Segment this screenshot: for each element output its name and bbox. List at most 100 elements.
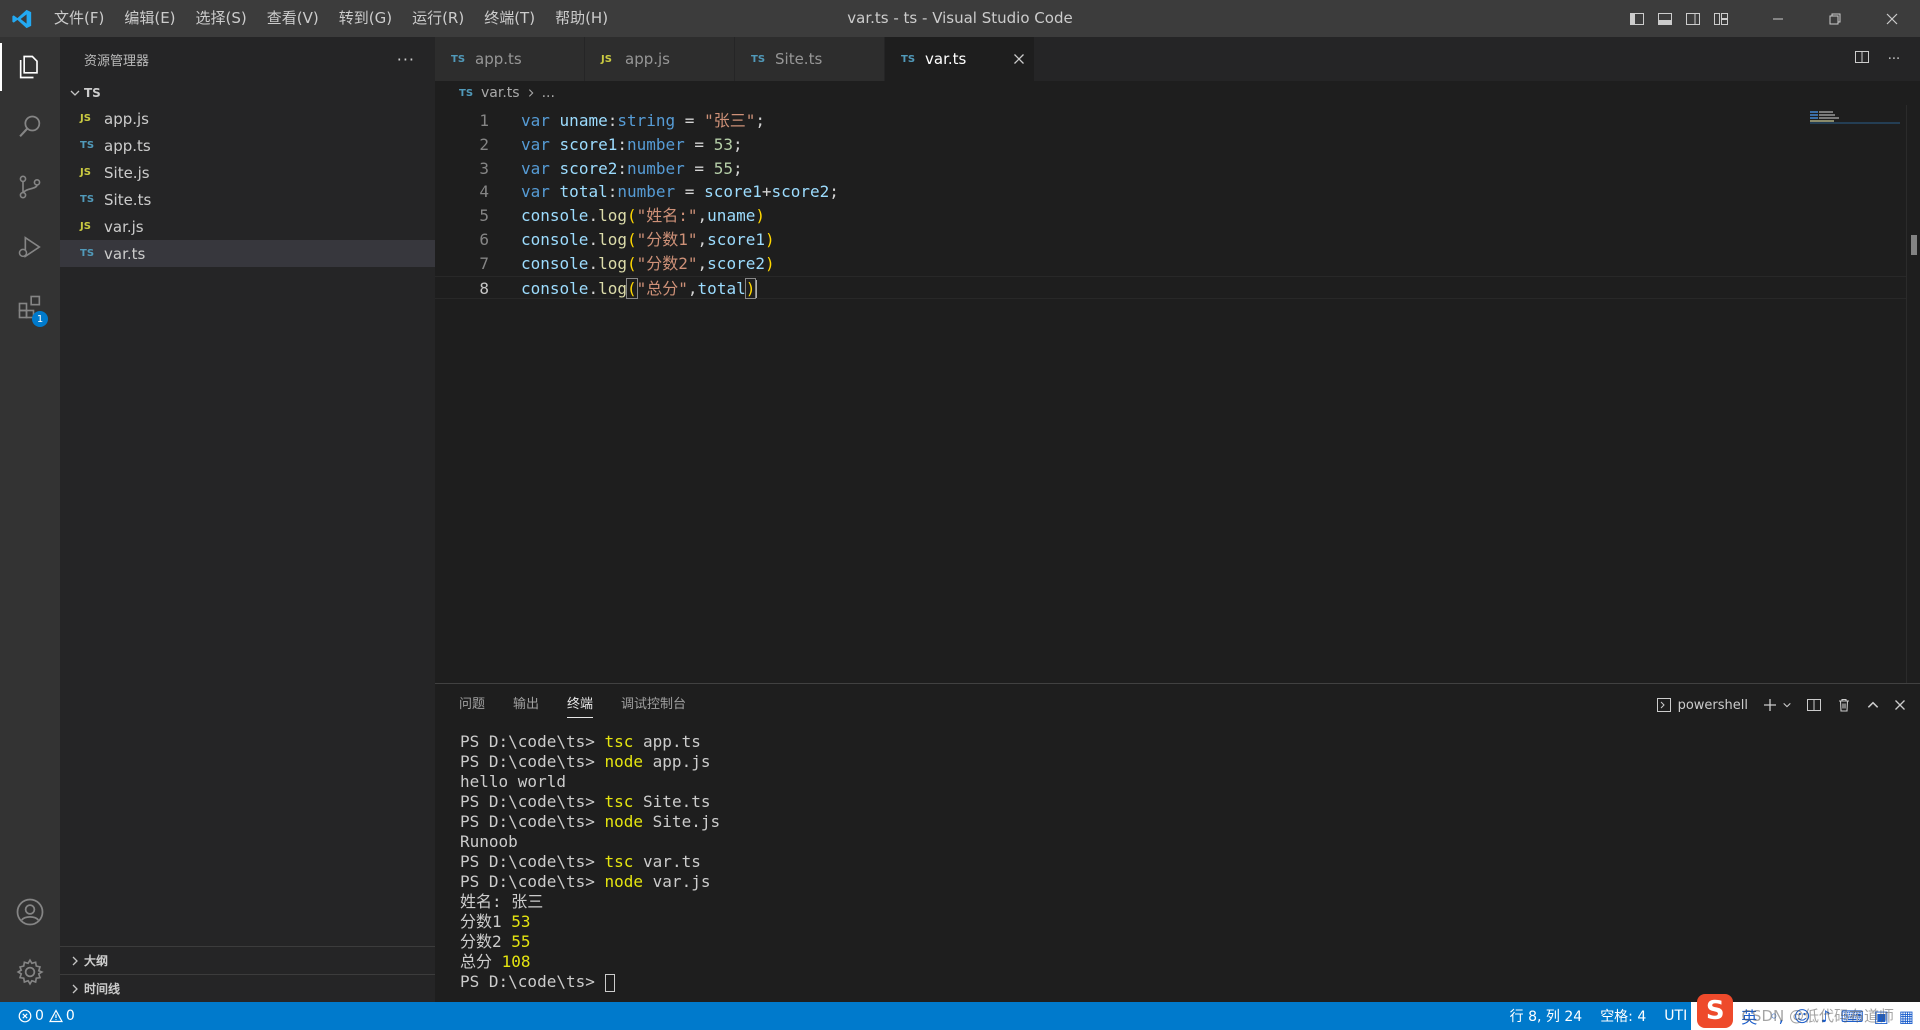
menu-run[interactable]: 运行(R) — [402, 0, 474, 37]
line-number: 2 — [479, 134, 489, 154]
terminal-shell-selector[interactable]: powershell — [1656, 697, 1748, 713]
close-tab-icon[interactable] — [1004, 49, 1034, 70]
code-text: var score1:number = 53; — [521, 134, 743, 154]
line-number: 8 — [479, 278, 489, 298]
ime-skin-icon[interactable]: ▣ — [1874, 1007, 1889, 1026]
more-actions-icon[interactable]: ··· — [397, 50, 415, 69]
file-label: Site.js — [104, 163, 150, 182]
gear-icon[interactable] — [0, 942, 60, 1002]
file-site-ts[interactable]: TS Site.ts — [60, 186, 435, 213]
toggle-secondary-sidebar-icon[interactable] — [1679, 0, 1707, 37]
menu-go[interactable]: 转到(G) — [329, 0, 402, 37]
maximize-panel-icon[interactable] — [1866, 698, 1880, 712]
terminal-prompt[interactable]: PS D:\code\ts> — [460, 972, 1920, 992]
scrollbar-thumb[interactable] — [1911, 235, 1917, 255]
code-line[interactable]: 2 var score1:number = 53; — [435, 133, 1920, 157]
ts-file-icon: TS — [901, 53, 916, 65]
ime-language[interactable]: 英 — [1741, 1004, 1757, 1028]
folder-label: TS — [84, 86, 101, 100]
code-editor[interactable]: 1 var uname:string = "张三"; 2 var score1:… — [435, 105, 1920, 300]
encoding[interactable]: UTI — [1664, 1008, 1687, 1024]
file-app-ts[interactable]: TS app.ts — [60, 132, 435, 159]
tab-debug-console[interactable]: 调试控制台 — [621, 684, 686, 726]
breadcrumb-symbols[interactable]: ... — [542, 85, 555, 101]
menu-edit[interactable]: 编辑(E) — [114, 0, 185, 37]
ime-emoji-icon[interactable]: ☺ — [1794, 1007, 1811, 1026]
minimap[interactable] — [1810, 109, 1900, 169]
menu-view[interactable]: 查看(V) — [257, 0, 329, 37]
terminal-line: PS D:\code\ts> tsc app.ts — [460, 732, 701, 751]
accounts-icon[interactable] — [0, 882, 60, 942]
code-line-current[interactable]: 8 console.log("总分",total) — [435, 275, 1920, 300]
file-app-js[interactable]: JS app.js — [60, 105, 435, 132]
customize-layout-icon[interactable] — [1707, 0, 1735, 37]
split-terminal-icon[interactable] — [1806, 697, 1822, 713]
ime-voice-icon[interactable]: ♪ — [1820, 1007, 1830, 1026]
menu-file[interactable]: 文件(F) — [44, 0, 114, 37]
tab-problems[interactable]: 问题 — [459, 684, 485, 726]
file-site-js[interactable]: JS Site.js — [60, 159, 435, 186]
tab-site-ts[interactable]: TS Site.ts — [735, 37, 885, 81]
code-line[interactable]: 7 console.log("分数2",score2) — [435, 252, 1920, 276]
line-number: 1 — [479, 111, 489, 130]
terminal-output[interactable]: PS D:\code\ts> tsc app.ts PS D:\code\ts>… — [435, 726, 1920, 992]
extensions-icon[interactable]: 1 — [0, 277, 60, 337]
code-line[interactable]: 4 var total:number = score1+score2; — [435, 180, 1920, 204]
tab-output[interactable]: 输出 — [513, 684, 539, 726]
code-line[interactable]: 6 console.log("分数1",score1) — [435, 228, 1920, 252]
code-text: console.log("分数2",score2) — [521, 253, 775, 273]
source-control-icon[interactable] — [0, 157, 60, 217]
minimize-icon[interactable] — [1749, 0, 1806, 37]
trash-icon[interactable] — [1836, 697, 1852, 713]
editor-scrollbar[interactable] — [1906, 105, 1920, 683]
close-window-icon[interactable] — [1863, 0, 1920, 37]
warning-icon — [48, 1009, 63, 1023]
more-actions-icon[interactable]: ··· — [1878, 52, 1910, 67]
panel-actions: powershell — [1642, 684, 1920, 726]
restore-icon[interactable] — [1806, 0, 1863, 37]
code-line[interactable]: 3 var score2:number = 55; — [435, 157, 1920, 181]
ts-file-icon: TS — [459, 87, 474, 99]
menu-help[interactable]: 帮助(H) — [545, 0, 618, 37]
terminal-line: 姓名: 张三 — [460, 892, 544, 911]
tab-terminal[interactable]: 终端 — [567, 684, 594, 726]
file-var-js[interactable]: JS var.js — [60, 213, 435, 240]
sogou-ime-logo[interactable]: S — [1697, 994, 1734, 1028]
terminal-icon — [1656, 697, 1672, 713]
outline-section[interactable]: 大纲 — [60, 946, 435, 974]
explorer-icon[interactable] — [0, 37, 60, 97]
status-problems[interactable]: 0 0 — [0, 1008, 75, 1024]
indentation[interactable]: 空格: 4 — [1600, 1006, 1646, 1026]
folder-ts[interactable]: TS — [60, 81, 435, 105]
split-editor-icon[interactable] — [1846, 49, 1878, 69]
search-icon[interactable] — [0, 97, 60, 157]
breadcrumb-file[interactable]: var.ts — [481, 85, 520, 101]
tab-app-js[interactable]: JS app.js — [585, 37, 735, 81]
code-line[interactable]: 1 var uname:string = "张三"; — [435, 109, 1920, 133]
ime-tools-icon[interactable]: ▦ — [1899, 1007, 1914, 1026]
line-number: 3 — [479, 158, 489, 178]
vscode-logo-icon[interactable] — [0, 0, 44, 37]
editor-area: TS app.ts JS app.js TS Site.ts TS var.ts… — [435, 37, 1920, 683]
tab-var-ts[interactable]: TS var.ts — [885, 37, 1035, 81]
ime-punctuation-icon[interactable]: ◦, — [1769, 1007, 1784, 1026]
tab-label: app.ts — [475, 50, 522, 68]
timeline-section[interactable]: 时间线 — [60, 974, 435, 1002]
tab-app-ts[interactable]: TS app.ts — [435, 37, 585, 81]
cursor-position[interactable]: 行 8, 列 24 — [1510, 1006, 1583, 1026]
new-terminal-icon[interactable] — [1762, 697, 1778, 713]
code-line[interactable]: 5 console.log("姓名:",uname) — [435, 204, 1920, 228]
close-panel-icon[interactable] — [1894, 699, 1906, 711]
ime-keyboard-icon[interactable]: ⌨ — [1841, 1007, 1864, 1026]
ime-toolbar[interactable]: S 英 ◦, ☺ ♪ ⌨ ▣ ▦ CSDN @低代码布道师 — [1691, 994, 1920, 1030]
menu-terminal[interactable]: 终端(T) — [474, 0, 545, 37]
terminal-cursor — [604, 973, 615, 992]
chevron-down-icon[interactable] — [1782, 700, 1792, 710]
toggle-panel-icon[interactable] — [1651, 0, 1679, 37]
run-debug-icon[interactable] — [0, 217, 60, 277]
menu-selection[interactable]: 选择(S) — [186, 0, 257, 37]
toggle-primary-sidebar-icon[interactable] — [1623, 0, 1651, 37]
breadcrumb: TS var.ts ... — [435, 81, 1920, 105]
terminal-line: hello world — [460, 772, 566, 791]
file-var-ts[interactable]: TS var.ts — [60, 240, 435, 267]
